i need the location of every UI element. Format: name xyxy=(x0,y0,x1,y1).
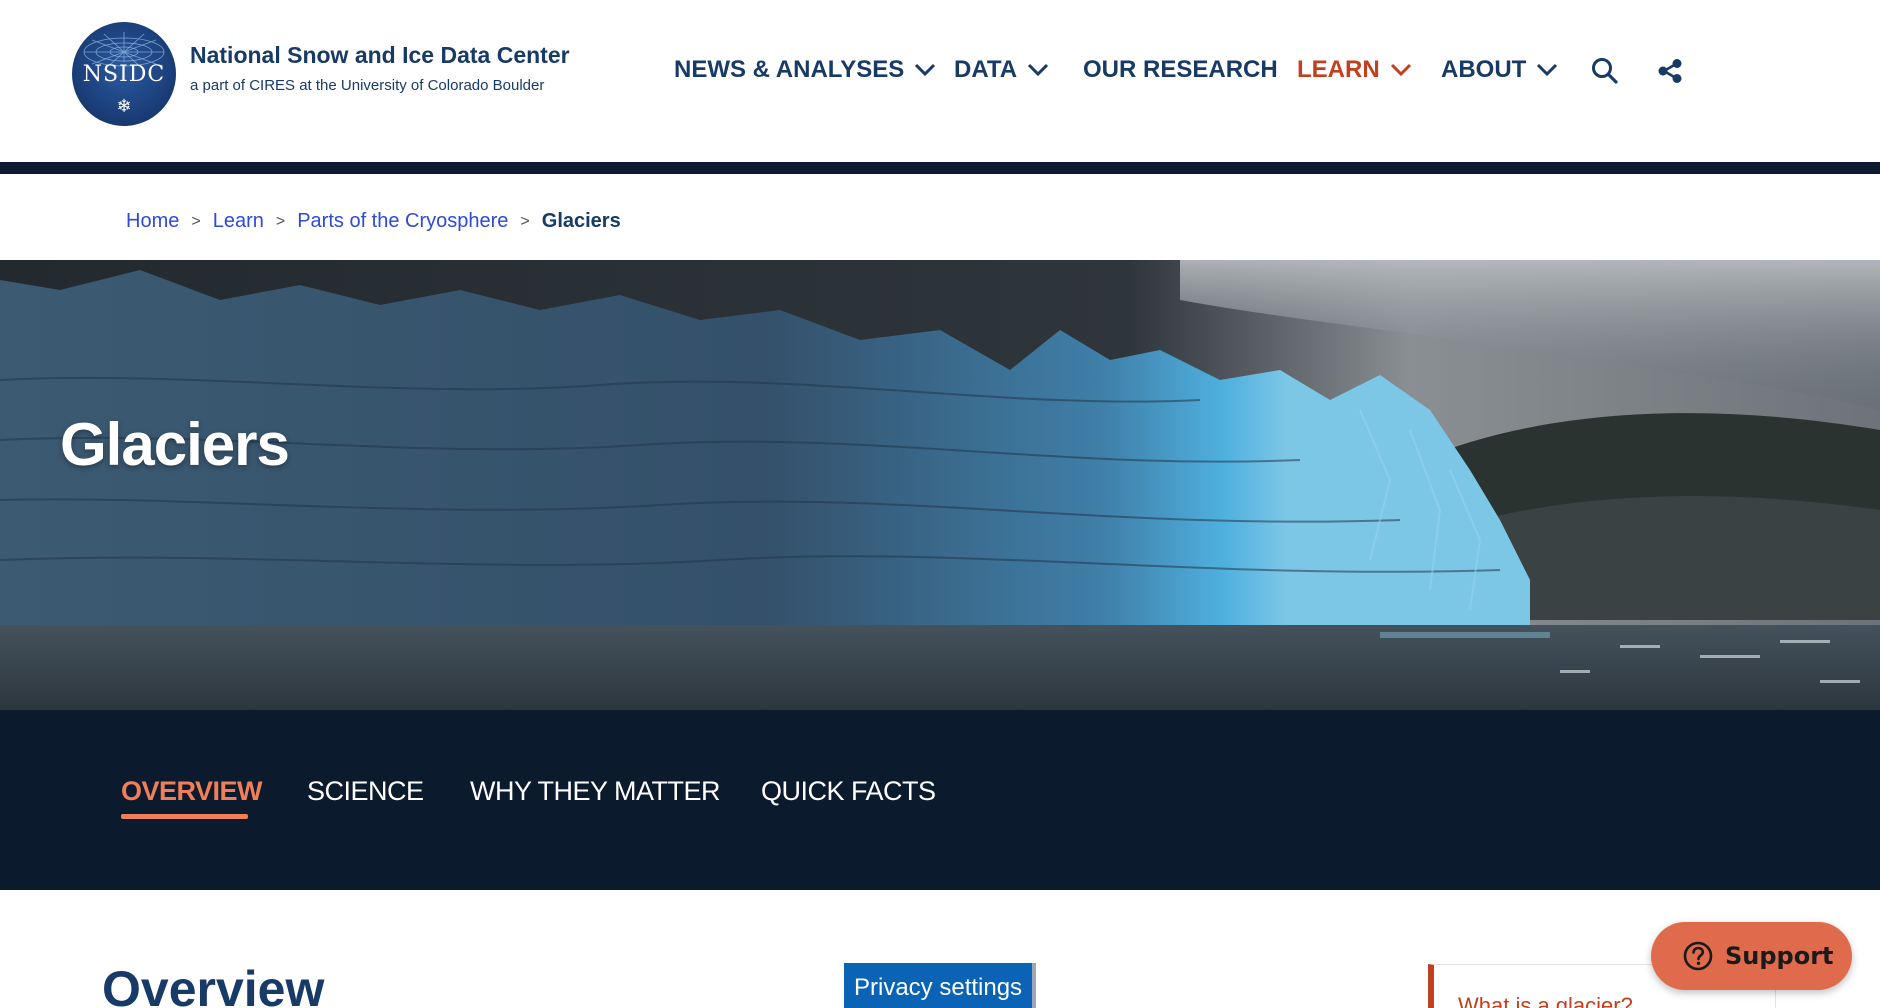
breadcrumb-current: Glaciers xyxy=(541,210,621,232)
nav-our-research[interactable]: OUR RESEARCH xyxy=(1083,56,1278,84)
snowflake-icon: ❄ xyxy=(116,96,132,116)
org-name[interactable]: National Snow and Ice Data Center xyxy=(190,42,570,69)
toc-link-what-is-a-glacier[interactable]: What is a glacier? xyxy=(1458,993,1633,1008)
nav-learn[interactable]: LEARN xyxy=(1297,56,1412,84)
hero-glacier-image xyxy=(0,260,1880,710)
chevron-down-icon xyxy=(1028,63,1049,77)
chevron-down-icon xyxy=(1537,63,1558,77)
logo-wordmark: NSIDC xyxy=(82,62,166,87)
section-tabs: OVERVIEW SCIENCE WHY THEY MATTER QUICK F… xyxy=(0,710,1880,890)
breadcrumb-separator: > xyxy=(191,212,201,230)
nav-data[interactable]: DATA xyxy=(954,56,1049,84)
site-header: NSIDC ❄ National Snow and Ice Data Cente… xyxy=(0,0,1880,162)
nav-label: NEWS & ANALYSES xyxy=(674,56,905,83)
share-icon[interactable] xyxy=(1655,56,1685,86)
search-icon[interactable] xyxy=(1590,56,1620,86)
help-icon xyxy=(1683,941,1713,971)
org-subtitle: a part of CIRES at the University of Col… xyxy=(190,77,545,94)
nav-news-analyses[interactable]: NEWS & ANALYSES xyxy=(674,56,936,84)
breadcrumb-learn[interactable]: Learn xyxy=(213,210,264,233)
tab-quick-facts[interactable]: QUICK FACTS xyxy=(761,776,936,807)
page-title: Glaciers xyxy=(60,411,290,478)
chevron-down-icon xyxy=(915,63,936,77)
nav-label: LEARN xyxy=(1297,56,1380,83)
section-heading: Overview xyxy=(102,961,325,1008)
nsidc-logo[interactable]: NSIDC ❄ xyxy=(72,22,176,126)
tab-overview[interactable]: OVERVIEW xyxy=(121,776,263,807)
support-button[interactable]: Support xyxy=(1651,922,1852,990)
breadcrumb: Home > Learn > Parts of the Cryosphere >… xyxy=(126,210,621,233)
nav-about[interactable]: ABOUT xyxy=(1441,56,1558,84)
nav-label: OUR RESEARCH xyxy=(1083,56,1278,83)
nav-label: ABOUT xyxy=(1441,56,1527,83)
breadcrumb-cryosphere[interactable]: Parts of the Cryosphere xyxy=(297,210,508,233)
nav-label: DATA xyxy=(954,56,1018,83)
breadcrumb-separator: > xyxy=(275,212,286,230)
chevron-down-icon xyxy=(1390,63,1411,77)
support-label: Support xyxy=(1725,942,1834,970)
active-tab-indicator xyxy=(121,814,248,819)
breadcrumb-home[interactable]: Home xyxy=(126,210,179,233)
tab-science[interactable]: SCIENCE xyxy=(307,776,424,807)
hero-banner: Glaciers xyxy=(0,260,1880,710)
breadcrumb-separator: > xyxy=(520,212,530,230)
tab-why-they-matter[interactable]: WHY THEY MATTER xyxy=(470,776,721,807)
header-divider xyxy=(0,162,1880,174)
privacy-settings-button[interactable]: Privacy settings xyxy=(844,963,1036,1008)
